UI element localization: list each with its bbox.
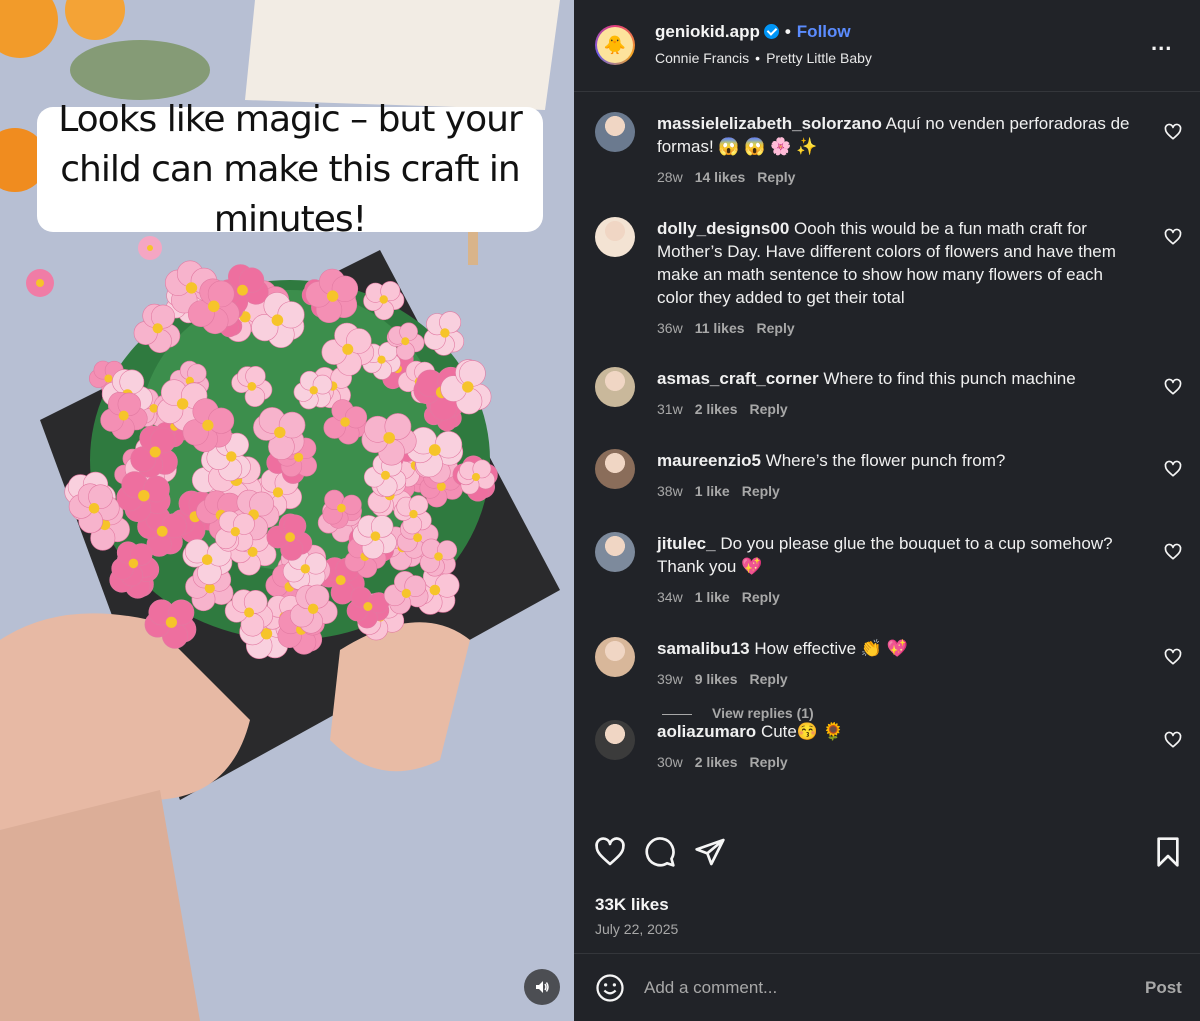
comment-meta: 38w 1 like Reply (657, 483, 792, 499)
comment-likes[interactable]: 2 likes (695, 754, 738, 770)
commenter-username[interactable]: asmas_craft_corner (657, 369, 819, 388)
commenter-avatar[interactable] (595, 217, 635, 257)
audio-line: Connie Francis • Pretty Little Baby (655, 50, 872, 66)
comment-like-heart-icon[interactable] (1164, 543, 1182, 561)
verified-badge-icon (763, 24, 779, 39)
comment-body: Cute😚 🌻 (760, 722, 844, 741)
separator-dot: • (755, 50, 761, 66)
comment-likes[interactable]: 2 likes (695, 401, 738, 417)
comment-like-heart-icon[interactable] (1164, 378, 1182, 396)
comment-input[interactable] (644, 974, 1114, 1002)
post-viewer: Looks like magic – but your child can ma… (0, 0, 1200, 1021)
audio-song[interactable]: Pretty Little Baby (766, 50, 872, 66)
comment-meta: 30w 2 likes Reply (657, 754, 800, 770)
commenter-username[interactable]: samalibu13 (657, 639, 750, 658)
author-username[interactable]: geniokid.app (655, 22, 760, 41)
commenter-avatar[interactable] (595, 112, 635, 152)
emoji-picker-icon[interactable] (595, 973, 625, 1003)
share-send-icon[interactable] (694, 836, 726, 868)
paper-flower (419, 538, 458, 577)
comment-body: Where to find this punch machine (823, 369, 1076, 388)
comment-text: samalibu13 How effective 👏 💖 (657, 637, 1137, 660)
reply-button[interactable]: Reply (750, 401, 788, 417)
commenter-username[interactable]: massielelizabeth_solorzano (657, 114, 882, 133)
separator-dot: • (784, 22, 791, 41)
comment-age: 28w (657, 169, 683, 185)
likes-count[interactable]: 33K likes (595, 895, 669, 915)
reply-button[interactable]: Reply (742, 483, 780, 499)
comment-body: Where’s the flower punch from? (765, 451, 1006, 470)
author-avatar[interactable]: 🐥 (595, 25, 635, 65)
comment-likes[interactable]: 11 likes (695, 320, 745, 336)
view-replies-button[interactable]: View replies (1) (662, 705, 814, 721)
commenter-avatar[interactable] (595, 367, 635, 407)
commenter-avatar[interactable] (595, 449, 635, 489)
comment-like-heart-icon[interactable] (1164, 460, 1182, 478)
comment-like-heart-icon[interactable] (1164, 123, 1182, 141)
comment-body: Do you please glue the bouquet to a cup … (657, 534, 1113, 576)
comment-meta: 34w 1 like Reply (657, 589, 792, 605)
comment-likes[interactable]: 9 likes (695, 671, 738, 687)
post-comment-button[interactable]: Post (1145, 978, 1182, 998)
comment-age: 36w (657, 320, 683, 336)
comment-age: 39w (657, 671, 683, 687)
reply-button[interactable]: Reply (757, 169, 795, 185)
comment-likes[interactable]: 1 like (695, 483, 730, 499)
video-caption-overlay: Looks like magic – but your child can ma… (37, 99, 543, 240)
reply-button[interactable]: Reply (750, 671, 788, 687)
more-options-button[interactable]: ... (1151, 32, 1172, 54)
comment-likes[interactable]: 14 likes (695, 169, 746, 185)
comment-meta: 39w 9 likes Reply (657, 671, 800, 687)
mute-toggle-button[interactable] (524, 969, 560, 1005)
comment-text: maureenzio5 Where’s the flower punch fro… (657, 449, 1137, 472)
reply-button[interactable]: Reply (750, 754, 788, 770)
reply-divider (662, 713, 692, 715)
comment-likes[interactable]: 1 like (695, 589, 730, 605)
comment-text: massielelizabeth_solorzano Aquí no vende… (657, 112, 1137, 158)
commenter-username[interactable]: maureenzio5 (657, 451, 761, 470)
comment-age: 38w (657, 483, 683, 499)
commenter-username[interactable]: dolly_designs00 (657, 219, 789, 238)
post-date: July 22, 2025 (595, 921, 679, 937)
commenter-username[interactable]: aoliazumaro (657, 722, 756, 741)
post-media[interactable]: Looks like magic – but your child can ma… (0, 0, 574, 1021)
like-heart-icon[interactable] (594, 836, 626, 868)
comment-like-heart-icon[interactable] (1164, 731, 1182, 749)
commenter-avatar[interactable] (595, 720, 635, 760)
reply-button[interactable]: Reply (757, 320, 795, 336)
post-actions (574, 836, 1200, 880)
audio-artist[interactable]: Connie Francis (655, 50, 749, 66)
comment-bubble-icon[interactable] (644, 836, 676, 868)
paper-flower (215, 510, 255, 552)
comment-text: asmas_craft_corner Where to find this pu… (657, 367, 1137, 390)
comment-meta: 31w 2 likes Reply (657, 401, 800, 417)
view-replies-label: View replies (1) (712, 705, 814, 721)
save-bookmark-icon[interactable] (1152, 836, 1184, 868)
follow-button[interactable]: Follow (797, 22, 851, 41)
commenter-avatar[interactable] (595, 637, 635, 677)
comments-panel: 🐥 geniokid.app • Follow Connie Francis • Pre… (574, 0, 1200, 1021)
chick-icon: 🐥 (597, 27, 633, 63)
comment-like-heart-icon[interactable] (1164, 648, 1182, 666)
comment-meta: 28w 14 likes Reply (657, 169, 807, 185)
reply-button[interactable]: Reply (742, 589, 780, 605)
comment-text: jitulec_ Do you please glue the bouquet … (657, 532, 1137, 578)
comment-text: dolly_designs00 Oooh this would be a fun… (657, 217, 1137, 309)
comment-age: 34w (657, 589, 683, 605)
post-header: 🐥 geniokid.app • Follow Connie Francis • Pre… (574, 0, 1200, 92)
commenter-avatar[interactable] (595, 532, 635, 572)
commenter-username[interactable]: jitulec_ (657, 534, 716, 553)
comment-text: aoliazumaro Cute😚 🌻 (657, 720, 1137, 743)
author-line: geniokid.app • Follow (655, 22, 851, 42)
comment-like-heart-icon[interactable] (1164, 228, 1182, 246)
comment-composer: Post (574, 953, 1200, 1021)
speaker-icon (536, 981, 549, 993)
comment-age: 30w (657, 754, 683, 770)
comment-age: 31w (657, 401, 683, 417)
comment-meta: 36w 11 likes Reply (657, 320, 807, 336)
paper-flower (423, 311, 465, 356)
comment-body: How effective 👏 💖 (754, 639, 908, 658)
